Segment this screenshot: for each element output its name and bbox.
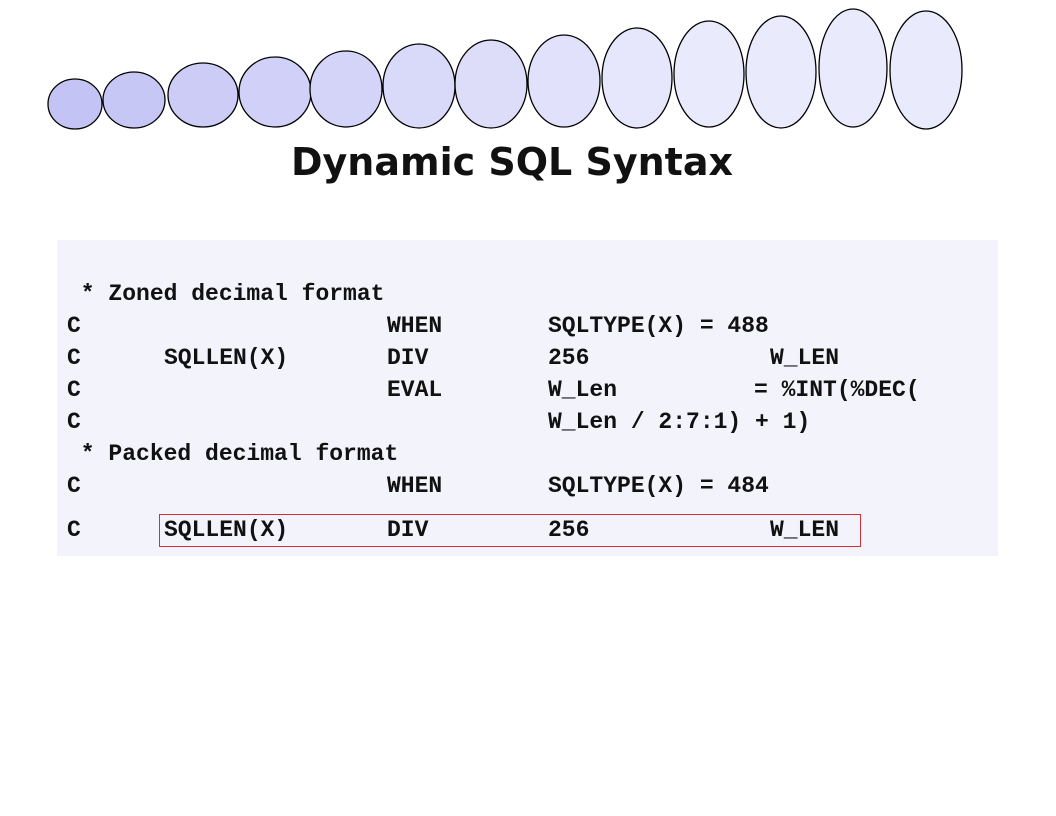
decorative-oval	[47, 78, 103, 130]
decorative-oval	[818, 8, 888, 128]
code-result: W_LEN	[770, 345, 840, 371]
decorative-ovals	[47, 8, 963, 130]
decorative-oval	[527, 34, 601, 128]
code-spec-c: C	[67, 473, 81, 499]
code-line-div-zoned: C SQLLEN(X) DIV 256 W_LEN	[57, 343, 839, 373]
decorative-oval	[382, 43, 456, 129]
code-line-when-packed: C WHEN SQLTYPE(X) = 484	[57, 471, 769, 501]
decorative-oval	[673, 20, 745, 128]
code-comment: * Zoned decimal format	[67, 281, 385, 307]
code-factor2: SQLTYPE(X) = 488	[548, 313, 769, 339]
code-opcode: WHEN	[387, 473, 443, 499]
decorative-oval	[889, 10, 963, 130]
code-line-comment-packed: * Packed decimal format	[57, 439, 398, 469]
code-factor2: 256	[548, 345, 590, 371]
code-factor2: W_Len	[548, 377, 618, 403]
code-spec-c: C	[67, 313, 81, 339]
code-spec-c: C	[67, 377, 81, 403]
code-expression: W_Len / 2:7:1) + 1)	[548, 409, 811, 435]
highlight-box	[159, 514, 861, 547]
code-opcode: EVAL	[387, 377, 443, 403]
code-line-comment-zoned: * Zoned decimal format	[57, 279, 385, 309]
code-opcode: DIV	[387, 345, 429, 371]
code-factor1: SQLLEN(X)	[164, 345, 289, 371]
decorative-oval	[238, 56, 312, 128]
code-spec-c: C	[67, 517, 81, 543]
decorative-oval	[167, 62, 239, 128]
code-comment: * Packed decimal format	[67, 441, 399, 467]
decorative-oval	[745, 15, 817, 129]
code-spec-c: C	[67, 345, 81, 371]
code-expression: = %INT(%DEC(	[754, 377, 920, 403]
slide-title: Dynamic SQL Syntax	[290, 140, 733, 184]
code-line-div-packed: C SQLLEN(X) DIV 256 W_LEN	[57, 515, 839, 545]
code-panel: * Zoned decimal format C WHEN SQLTYPE(X)…	[57, 240, 998, 556]
decorative-oval	[454, 39, 528, 129]
decorative-oval	[601, 27, 673, 129]
decorative-oval	[309, 50, 383, 128]
code-opcode: WHEN	[387, 313, 443, 339]
code-line-when-zoned: C WHEN SQLTYPE(X) = 488	[57, 311, 769, 341]
code-factor2: SQLTYPE(X) = 484	[548, 473, 769, 499]
code-line-eval: C EVAL W_Len = %INT(%DEC(	[57, 375, 920, 405]
code-spec-c: C	[67, 409, 81, 435]
decorative-oval	[102, 71, 166, 129]
code-line-eval-continued: C W_Len / 2:7:1) + 1)	[57, 407, 810, 437]
